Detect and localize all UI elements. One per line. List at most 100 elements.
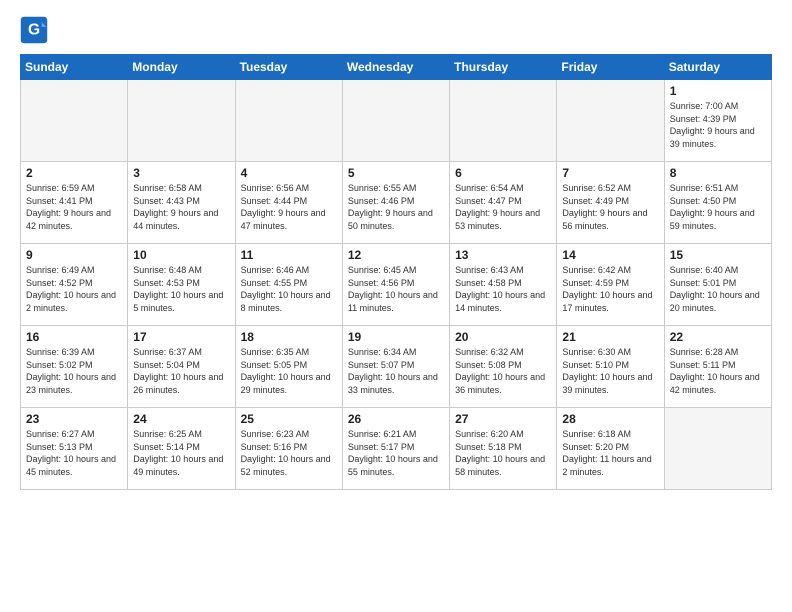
logo: G — [20, 16, 52, 44]
col-header-thursday: Thursday — [450, 55, 557, 80]
calendar-cell: 26 Sunrise: 6:21 AM Sunset: 5:17 PM Dayli… — [342, 408, 449, 490]
calendar-cell: 13 Sunrise: 6:43 AM Sunset: 4:58 PM Dayli… — [450, 244, 557, 326]
day-number: 20 — [455, 330, 551, 344]
week-row-2: 9 Sunrise: 6:49 AM Sunset: 4:52 PM Daylig… — [21, 244, 772, 326]
calendar-cell: 3 Sunrise: 6:58 AM Sunset: 4:43 PM Daylig… — [128, 162, 235, 244]
day-info: Sunrise: 6:52 AM Sunset: 4:49 PM Dayligh… — [562, 182, 658, 232]
header-row: SundayMondayTuesdayWednesdayThursdayFrid… — [21, 55, 772, 80]
day-info: Sunrise: 6:55 AM Sunset: 4:46 PM Dayligh… — [348, 182, 444, 232]
day-info: Sunrise: 6:34 AM Sunset: 5:07 PM Dayligh… — [348, 346, 444, 396]
calendar-cell: 8 Sunrise: 6:51 AM Sunset: 4:50 PM Daylig… — [664, 162, 771, 244]
day-info: Sunrise: 6:32 AM Sunset: 5:08 PM Dayligh… — [455, 346, 551, 396]
calendar-cell — [664, 408, 771, 490]
day-info: Sunrise: 6:37 AM Sunset: 5:04 PM Dayligh… — [133, 346, 229, 396]
calendar-cell — [21, 80, 128, 162]
day-info: Sunrise: 6:35 AM Sunset: 5:05 PM Dayligh… — [241, 346, 337, 396]
col-header-wednesday: Wednesday — [342, 55, 449, 80]
calendar-cell: 20 Sunrise: 6:32 AM Sunset: 5:08 PM Dayli… — [450, 326, 557, 408]
day-number: 13 — [455, 248, 551, 262]
day-number: 7 — [562, 166, 658, 180]
day-info: Sunrise: 6:28 AM Sunset: 5:11 PM Dayligh… — [670, 346, 766, 396]
day-number: 3 — [133, 166, 229, 180]
calendar-cell: 21 Sunrise: 6:30 AM Sunset: 5:10 PM Dayli… — [557, 326, 664, 408]
day-info: Sunrise: 6:30 AM Sunset: 5:10 PM Dayligh… — [562, 346, 658, 396]
day-info: Sunrise: 6:45 AM Sunset: 4:56 PM Dayligh… — [348, 264, 444, 314]
day-number: 5 — [348, 166, 444, 180]
day-number: 4 — [241, 166, 337, 180]
calendar-cell — [342, 80, 449, 162]
day-info: Sunrise: 6:54 AM Sunset: 4:47 PM Dayligh… — [455, 182, 551, 232]
week-row-3: 16Sunrise: 6:39 AM Sunset: 5:02 PM Dayli… — [21, 326, 772, 408]
day-number: 11 — [241, 248, 337, 262]
day-info: Sunrise: 6:40 AM Sunset: 5:01 PM Dayligh… — [670, 264, 766, 314]
day-number: 10 — [133, 248, 229, 262]
day-info: Sunrise: 6:46 AM Sunset: 4:55 PM Dayligh… — [241, 264, 337, 314]
calendar-cell: 4 Sunrise: 6:56 AM Sunset: 4:44 PM Daylig… — [235, 162, 342, 244]
day-number: 23 — [26, 412, 122, 426]
day-number: 15 — [670, 248, 766, 262]
calendar-cell: 24Sunrise: 6:25 AM Sunset: 5:14 PM Dayli… — [128, 408, 235, 490]
day-info: Sunrise: 6:56 AM Sunset: 4:44 PM Dayligh… — [241, 182, 337, 232]
calendar-cell: 7 Sunrise: 6:52 AM Sunset: 4:49 PM Daylig… — [557, 162, 664, 244]
col-header-friday: Friday — [557, 55, 664, 80]
day-info: Sunrise: 6:59 AM Sunset: 4:41 PM Dayligh… — [26, 182, 122, 232]
calendar-cell: 19 Sunrise: 6:34 AM Sunset: 5:07 PM Dayli… — [342, 326, 449, 408]
day-info: Sunrise: 6:48 AM Sunset: 4:53 PM Dayligh… — [133, 264, 229, 314]
day-number: 2 — [26, 166, 122, 180]
col-header-sunday: Sunday — [21, 55, 128, 80]
calendar-cell — [450, 80, 557, 162]
day-number: 14 — [562, 248, 658, 262]
week-row-1: 2 Sunrise: 6:59 AM Sunset: 4:41 PM Daylig… — [21, 162, 772, 244]
day-number: 26 — [348, 412, 444, 426]
day-number: 8 — [670, 166, 766, 180]
day-number: 25 — [241, 412, 337, 426]
day-info: Sunrise: 6:51 AM Sunset: 4:50 PM Dayligh… — [670, 182, 766, 232]
calendar-cell — [235, 80, 342, 162]
day-info: Sunrise: 6:49 AM Sunset: 4:52 PM Dayligh… — [26, 264, 122, 314]
calendar-cell: 27Sunrise: 6:20 AM Sunset: 5:18 PM Dayli… — [450, 408, 557, 490]
day-number: 28 — [562, 412, 658, 426]
col-header-tuesday: Tuesday — [235, 55, 342, 80]
day-number: 22 — [670, 330, 766, 344]
calendar-page: G SundayMondayTuesdayWednesdayThursdayFr… — [0, 0, 792, 612]
day-info: Sunrise: 6:58 AM Sunset: 4:43 PM Dayligh… — [133, 182, 229, 232]
week-row-4: 23 Sunrise: 6:27 AM Sunset: 5:13 PM Dayli… — [21, 408, 772, 490]
calendar-cell — [557, 80, 664, 162]
day-info: Sunrise: 6:27 AM Sunset: 5:13 PM Dayligh… — [26, 428, 122, 478]
day-number: 16 — [26, 330, 122, 344]
calendar-cell: 1 Sunrise: 7:00 AM Sunset: 4:39 PM Daylig… — [664, 80, 771, 162]
day-info: Sunrise: 6:42 AM Sunset: 4:59 PM Dayligh… — [562, 264, 658, 314]
day-number: 9 — [26, 248, 122, 262]
day-number: 27 — [455, 412, 551, 426]
calendar-cell: 6 Sunrise: 6:54 AM Sunset: 4:47 PM Daylig… — [450, 162, 557, 244]
calendar-cell: 9 Sunrise: 6:49 AM Sunset: 4:52 PM Daylig… — [21, 244, 128, 326]
day-number: 17 — [133, 330, 229, 344]
day-info: Sunrise: 6:21 AM Sunset: 5:17 PM Dayligh… — [348, 428, 444, 478]
calendar-cell: 2 Sunrise: 6:59 AM Sunset: 4:41 PM Daylig… — [21, 162, 128, 244]
calendar-cell: 15 Sunrise: 6:40 AM Sunset: 5:01 PM Dayli… — [664, 244, 771, 326]
day-number: 19 — [348, 330, 444, 344]
day-number: 6 — [455, 166, 551, 180]
day-info: Sunrise: 6:18 AM Sunset: 5:20 PM Dayligh… — [562, 428, 658, 478]
day-info: Sunrise: 7:00 AM Sunset: 4:39 PM Dayligh… — [670, 100, 766, 150]
col-header-monday: Monday — [128, 55, 235, 80]
col-header-saturday: Saturday — [664, 55, 771, 80]
calendar-cell: 12 Sunrise: 6:45 AM Sunset: 4:56 PM Dayli… — [342, 244, 449, 326]
calendar-cell: 5 Sunrise: 6:55 AM Sunset: 4:46 PM Daylig… — [342, 162, 449, 244]
svg-text:G: G — [28, 22, 40, 39]
header: G — [20, 16, 772, 44]
calendar-cell: 25Sunrise: 6:23 AM Sunset: 5:16 PM Dayli… — [235, 408, 342, 490]
calendar-cell: 22 Sunrise: 6:28 AM Sunset: 5:11 PM Dayli… — [664, 326, 771, 408]
calendar-cell: 17 Sunrise: 6:37 AM Sunset: 5:04 PM Dayli… — [128, 326, 235, 408]
calendar-cell: 18 Sunrise: 6:35 AM Sunset: 5:05 PM Dayli… — [235, 326, 342, 408]
day-number: 1 — [670, 84, 766, 98]
calendar-cell: 16Sunrise: 6:39 AM Sunset: 5:02 PM Dayli… — [21, 326, 128, 408]
day-number: 18 — [241, 330, 337, 344]
week-row-0: 1 Sunrise: 7:00 AM Sunset: 4:39 PM Daylig… — [21, 80, 772, 162]
day-number: 12 — [348, 248, 444, 262]
calendar-cell — [128, 80, 235, 162]
day-number: 21 — [562, 330, 658, 344]
day-info: Sunrise: 6:43 AM Sunset: 4:58 PM Dayligh… — [455, 264, 551, 314]
calendar-cell: 10 Sunrise: 6:48 AM Sunset: 4:53 PM Dayli… — [128, 244, 235, 326]
calendar-cell: 28 Sunrise: 6:18 AM Sunset: 5:20 PM Dayli… — [557, 408, 664, 490]
